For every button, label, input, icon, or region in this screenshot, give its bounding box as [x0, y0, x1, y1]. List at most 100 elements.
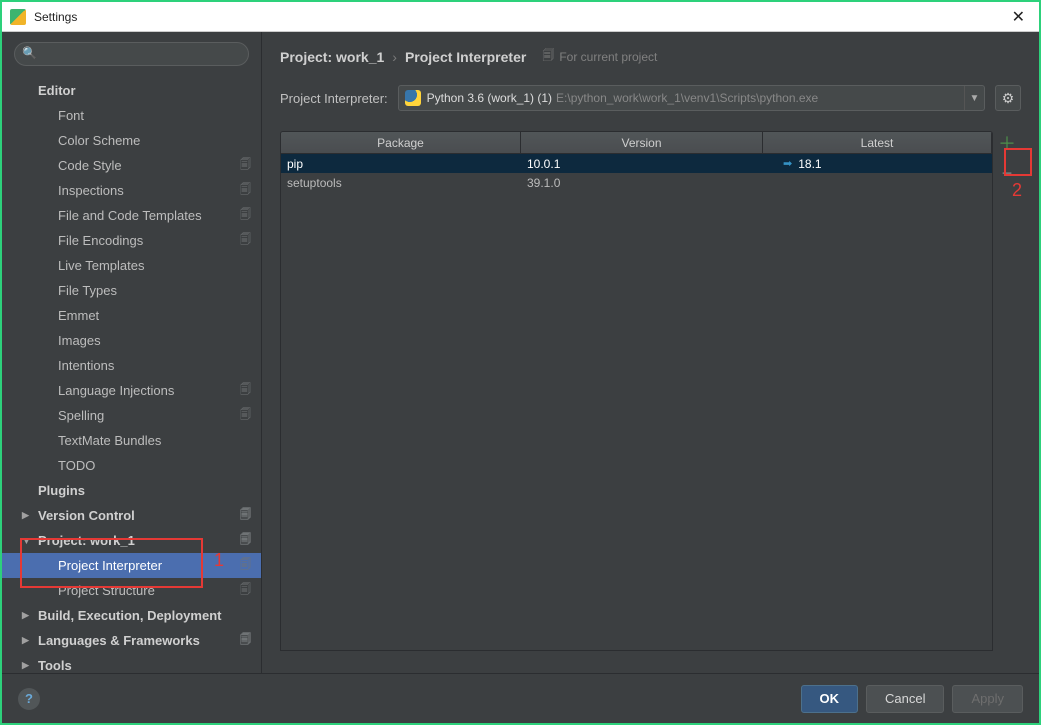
sidebar-item[interactable]: Images	[2, 328, 261, 353]
sidebar-item-label: Inspections	[58, 183, 236, 198]
ok-button[interactable]: OK	[801, 685, 859, 713]
remove-package-button[interactable]: −	[995, 161, 1019, 185]
add-package-button[interactable]: ＋	[995, 131, 1019, 155]
breadcrumb-scope: 🗐 For current project	[542, 46, 657, 67]
package-toolbar: ＋ −	[993, 131, 1021, 651]
search-input[interactable]	[14, 42, 249, 66]
settings-tree: EditorFontColor SchemeCode Style🗐Inspect…	[2, 72, 261, 673]
titlebar: Settings ✕	[2, 2, 1039, 32]
sidebar-item[interactable]: Editor	[2, 78, 261, 103]
interpreter-row: Project Interpreter: Python 3.6 (work_1)…	[280, 85, 1021, 111]
sidebar-item[interactable]: Project Structure 🗐	[2, 578, 261, 603]
project-scope-icon: 🗐	[542, 46, 554, 67]
table-row[interactable]: pip10.0.1➡18.1	[281, 154, 992, 173]
project-scope-icon: 🗐	[240, 406, 251, 425]
sidebar-item[interactable]: Intentions	[2, 353, 261, 378]
gear-icon: ⚙	[1002, 90, 1015, 107]
project-scope-icon: 🗐	[240, 231, 251, 250]
window-title: Settings	[34, 10, 1006, 24]
interpreter-label: Project Interpreter:	[280, 91, 388, 106]
sidebar-item[interactable]: ▶ Tools	[2, 653, 261, 673]
sidebar-item-label: TextMate Bundles	[58, 433, 251, 448]
sidebar-item[interactable]: File Types	[2, 278, 261, 303]
minus-icon: −	[1002, 163, 1013, 184]
sidebar-item-label: Languages & Frameworks	[38, 633, 236, 648]
project-scope-icon: 🗐	[240, 381, 251, 400]
breadcrumb-project: Project: work_1	[280, 49, 384, 65]
project-scope-icon: 🗐	[240, 181, 251, 200]
sidebar-item[interactable]: Font	[2, 103, 261, 128]
sidebar-item[interactable]: Code Style🗐	[2, 153, 261, 178]
table-row[interactable]: setuptools39.1.0	[281, 173, 992, 192]
content: 🔍 EditorFontColor SchemeCode Style🗐Inspe…	[2, 32, 1039, 673]
python-icon	[405, 90, 421, 106]
close-icon[interactable]: ✕	[1006, 7, 1031, 27]
sidebar-item-label: Version Control	[38, 508, 236, 523]
sidebar-item-label: Color Scheme	[58, 133, 251, 148]
sidebar-item-label: Project Interpreter	[58, 558, 236, 573]
cell-package: setuptools	[281, 176, 521, 190]
sidebar-item-label: File and Code Templates	[58, 208, 236, 223]
sidebar-item[interactable]: Emmet	[2, 303, 261, 328]
upgrade-icon: ➡	[783, 157, 792, 170]
sidebar-item[interactable]: TextMate Bundles	[2, 428, 261, 453]
sidebar-item[interactable]: Live Templates	[2, 253, 261, 278]
breadcrumb-sep: ›	[392, 49, 397, 65]
dialog-footer: ? OK Cancel Apply	[2, 673, 1039, 723]
breadcrumb-scope-label: For current project	[559, 50, 657, 64]
tree-arrow-icon: ▶	[22, 510, 32, 521]
help-button[interactable]: ?	[18, 688, 40, 710]
sidebar-item[interactable]: Spelling 🗐	[2, 403, 261, 428]
sidebar-item-label: Tools	[38, 658, 251, 673]
col-latest[interactable]: Latest	[763, 132, 992, 153]
sidebar-item-label: Live Templates	[58, 258, 251, 273]
sidebar-item[interactable]: ▶ Build, Execution, Deployment	[2, 603, 261, 628]
tree-arrow-icon: ▶	[22, 610, 32, 621]
sidebar-item-label: Emmet	[58, 308, 251, 323]
sidebar-item-label: Editor	[38, 83, 251, 98]
cell-package: pip	[281, 157, 521, 171]
sidebar-item-label: Language Injections	[58, 383, 236, 398]
sidebar-item-label: Code Style	[58, 158, 236, 173]
sidebar-item[interactable]: ▶ Version Control 🗐	[2, 503, 261, 528]
sidebar-item-label: Images	[58, 333, 251, 348]
tree-arrow-icon: ▶	[22, 635, 32, 646]
sidebar-item-label: Plugins	[38, 483, 251, 498]
col-version[interactable]: Version	[521, 132, 763, 153]
sidebar-item[interactable]: ▼Project: work_1🗐	[2, 528, 261, 553]
interpreter-name: Python 3.6 (work_1) (1)	[427, 91, 552, 105]
sidebar-item[interactable]: Language Injections 🗐	[2, 378, 261, 403]
cancel-button[interactable]: Cancel	[866, 685, 944, 713]
project-scope-icon: 🗐	[240, 206, 251, 225]
col-package[interactable]: Package	[281, 132, 521, 153]
sidebar-item-label: Spelling	[58, 408, 236, 423]
tree-arrow-icon: ▶	[22, 660, 32, 671]
table-header: Package Version Latest	[281, 132, 992, 154]
project-scope-icon: 🗐	[240, 531, 251, 550]
sidebar-item[interactable]: Color Scheme	[2, 128, 261, 153]
apply-button[interactable]: Apply	[952, 685, 1023, 713]
sidebar-item-label: Build, Execution, Deployment	[38, 608, 251, 623]
interpreter-dropdown[interactable]: Python 3.6 (work_1) (1) E:\python_work\w…	[398, 85, 985, 111]
project-scope-icon: 🗐	[240, 581, 251, 600]
sidebar-item[interactable]: File Encodings 🗐	[2, 228, 261, 253]
sidebar-item-label: File Encodings	[58, 233, 236, 248]
interpreter-settings-button[interactable]: ⚙	[995, 85, 1021, 111]
cell-version: 10.0.1	[521, 157, 763, 171]
cell-latest: ➡18.1	[763, 157, 992, 171]
sidebar-item[interactable]: Plugins	[2, 478, 261, 503]
sidebar-item-label: TODO	[58, 458, 251, 473]
main-panel: Project: work_1 › Project Interpreter 🗐 …	[262, 32, 1039, 673]
sidebar-item[interactable]: ▶Languages & Frameworks🗐	[2, 628, 261, 653]
packages-table: Package Version Latest pip10.0.1➡18.1set…	[280, 131, 993, 651]
sidebar-item-label: Project Structure	[58, 583, 236, 598]
settings-sidebar: 🔍 EditorFontColor SchemeCode Style🗐Inspe…	[2, 32, 262, 673]
sidebar-item[interactable]: TODO	[2, 453, 261, 478]
sidebar-item[interactable]: File and Code Templates 🗐	[2, 203, 261, 228]
project-scope-icon: 🗐	[240, 556, 251, 575]
sidebar-item[interactable]: Inspections 🗐	[2, 178, 261, 203]
sidebar-item-label: Intentions	[58, 358, 251, 373]
search-icon: 🔍	[22, 46, 37, 60]
project-scope-icon: 🗐	[240, 506, 251, 525]
sidebar-item[interactable]: Project Interpreter 🗐	[2, 553, 261, 578]
